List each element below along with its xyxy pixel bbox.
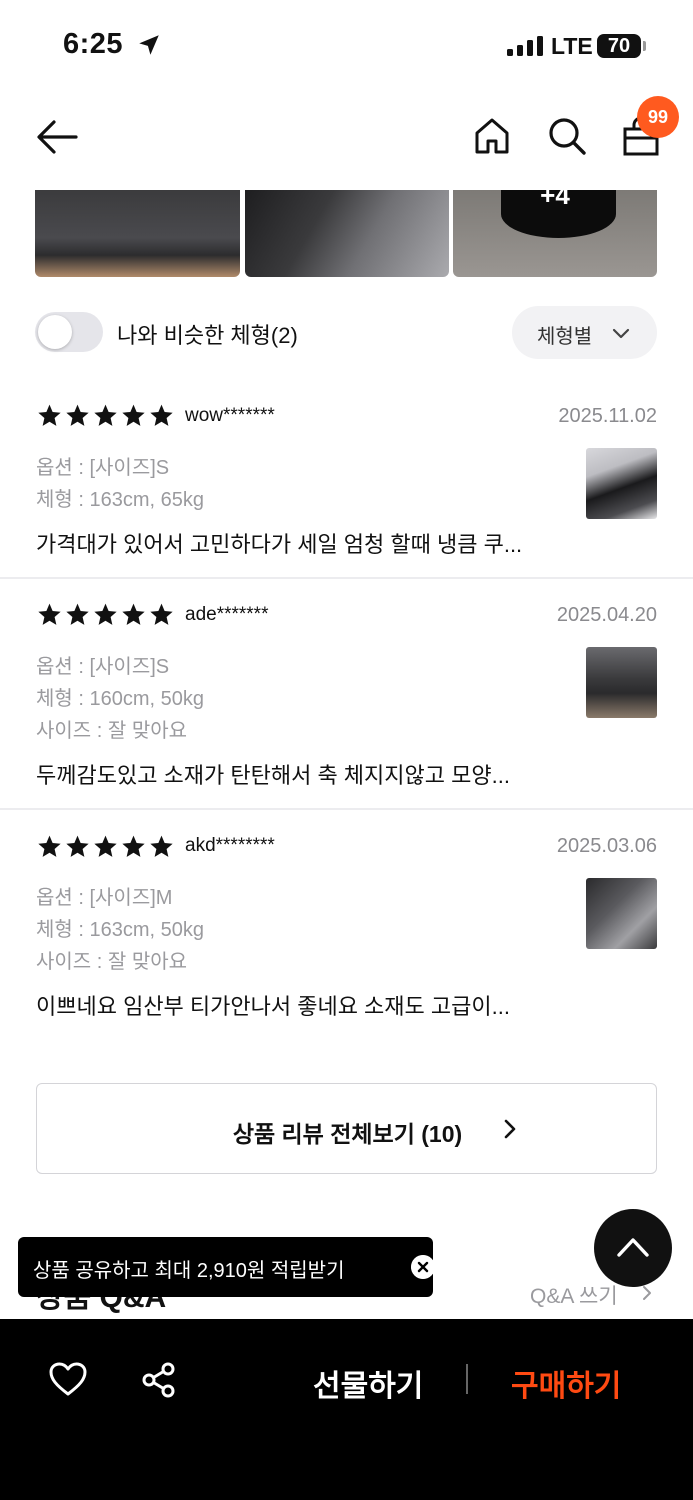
chevron-right-icon (504, 1119, 516, 1139)
star-icon (122, 404, 145, 426)
similar-body-toggle[interactable] (35, 312, 103, 352)
battery-cap (643, 41, 646, 51)
more-photos-count: +4 (540, 190, 570, 210)
star-rating (37, 602, 174, 627)
review-body-type: 체형 : 160cm, 50kg (36, 688, 204, 710)
review-photo[interactable] (586, 448, 657, 519)
close-icon[interactable] (411, 1255, 435, 1279)
review-photo[interactable] (586, 878, 657, 949)
star-icon (150, 835, 173, 857)
review-text: 두께감도있고 소재가 탄탄해서 축 체지지않고 모양... (36, 763, 510, 788)
star-icon (94, 835, 117, 857)
star-icon (94, 404, 117, 426)
review-option: 옵션 : [사이즈]M (36, 887, 173, 909)
star-icon (66, 835, 89, 857)
review-body-type: 체형 : 163cm, 50kg (36, 919, 204, 941)
divider (0, 808, 693, 810)
star-icon (38, 835, 61, 857)
review-date: 2025.03.06 (556, 835, 657, 857)
review-photo-more[interactable]: +4 (453, 190, 657, 277)
body-type-sort-button[interactable]: 체형별 (512, 306, 657, 359)
star-rating (37, 834, 174, 859)
star-icon (122, 603, 145, 625)
review-option: 옵션 : [사이즈]S (36, 457, 170, 479)
network-type: LTE (551, 33, 593, 59)
location-arrow-icon (139, 35, 159, 55)
status-bar: 6:25 LTE 70 (0, 0, 693, 92)
toggle-knob (38, 315, 72, 349)
star-icon (38, 603, 61, 625)
review-photo-strip: +4 (35, 190, 657, 277)
reviewer-name: wow******* (185, 405, 275, 426)
reviewer-name: akd******** (185, 835, 275, 856)
star-icon (66, 603, 89, 625)
star-icon (150, 603, 173, 625)
review-size-fit: 사이즈 : 잘 맞아요 (36, 720, 188, 742)
star-icon (66, 404, 89, 426)
review-photo[interactable] (586, 647, 657, 718)
scroll-to-top-button[interactable] (594, 1209, 672, 1287)
star-icon (122, 835, 145, 857)
search-icon[interactable] (546, 115, 588, 157)
review-text: 가격대가 있어서 고민하다가 세일 엄청 할때 냉큼 쿠... (36, 532, 523, 557)
review-photo-thumb[interactable] (245, 190, 449, 277)
similar-body-label: 나와 비슷한 체형(2) (117, 323, 298, 348)
heart-icon[interactable] (48, 1361, 88, 1397)
body-type-sort-label: 체형별 (537, 326, 593, 348)
battery-icon: 70 (597, 34, 641, 58)
review-size-fit: 사이즈 : 잘 맞아요 (36, 951, 188, 973)
share-reward-toast[interactable]: 상품 공유하고 최대 2,910원 적립받기 (18, 1237, 435, 1297)
toast-message: 상품 공유하고 최대 2,910원 적립받기 (33, 1260, 345, 1282)
view-all-reviews-label: 상품 리뷰 전체보기 (10) (232, 1121, 463, 1147)
home-icon[interactable] (472, 116, 512, 156)
divider (0, 577, 693, 579)
cart-count-badge: 99 (637, 96, 679, 138)
chevron-up-icon (617, 1238, 649, 1257)
reviewer-name: ade******* (185, 604, 269, 625)
chevron-right-icon (643, 1286, 651, 1300)
review-text: 이쁘네요 임산부 티가안나서 좋네요 소재도 고급이... (36, 994, 510, 1019)
divider (466, 1364, 468, 1394)
star-icon (150, 404, 173, 426)
battery-level: 70 (607, 35, 631, 57)
signal-icon (507, 36, 543, 56)
star-rating (37, 403, 174, 428)
status-time: 6:25 (63, 28, 124, 60)
review-date: 2025.11.02 (558, 405, 657, 427)
star-icon (38, 404, 61, 426)
star-icon (94, 603, 117, 625)
qa-write-link[interactable]: Q&A 쓰기 (530, 1280, 618, 1310)
view-all-reviews-button[interactable]: 상품 리뷰 전체보기 (10) (36, 1083, 657, 1174)
top-nav: 99 (0, 92, 693, 190)
review-body-type: 체형 : 163cm, 65kg (36, 489, 204, 511)
back-arrow-icon[interactable] (34, 116, 80, 158)
review-photo-thumb[interactable] (35, 190, 240, 277)
gift-button[interactable]: 선물하기 (313, 1361, 423, 1405)
chevron-down-icon (612, 328, 630, 339)
review-option: 옵션 : [사이즈]S (36, 656, 170, 678)
bottom-action-bar: 선물하기 구매하기 (0, 1319, 693, 1500)
share-icon[interactable] (140, 1361, 178, 1399)
review-date: 2025.04.20 (556, 604, 657, 626)
buy-button[interactable]: 구매하기 (511, 1361, 621, 1405)
